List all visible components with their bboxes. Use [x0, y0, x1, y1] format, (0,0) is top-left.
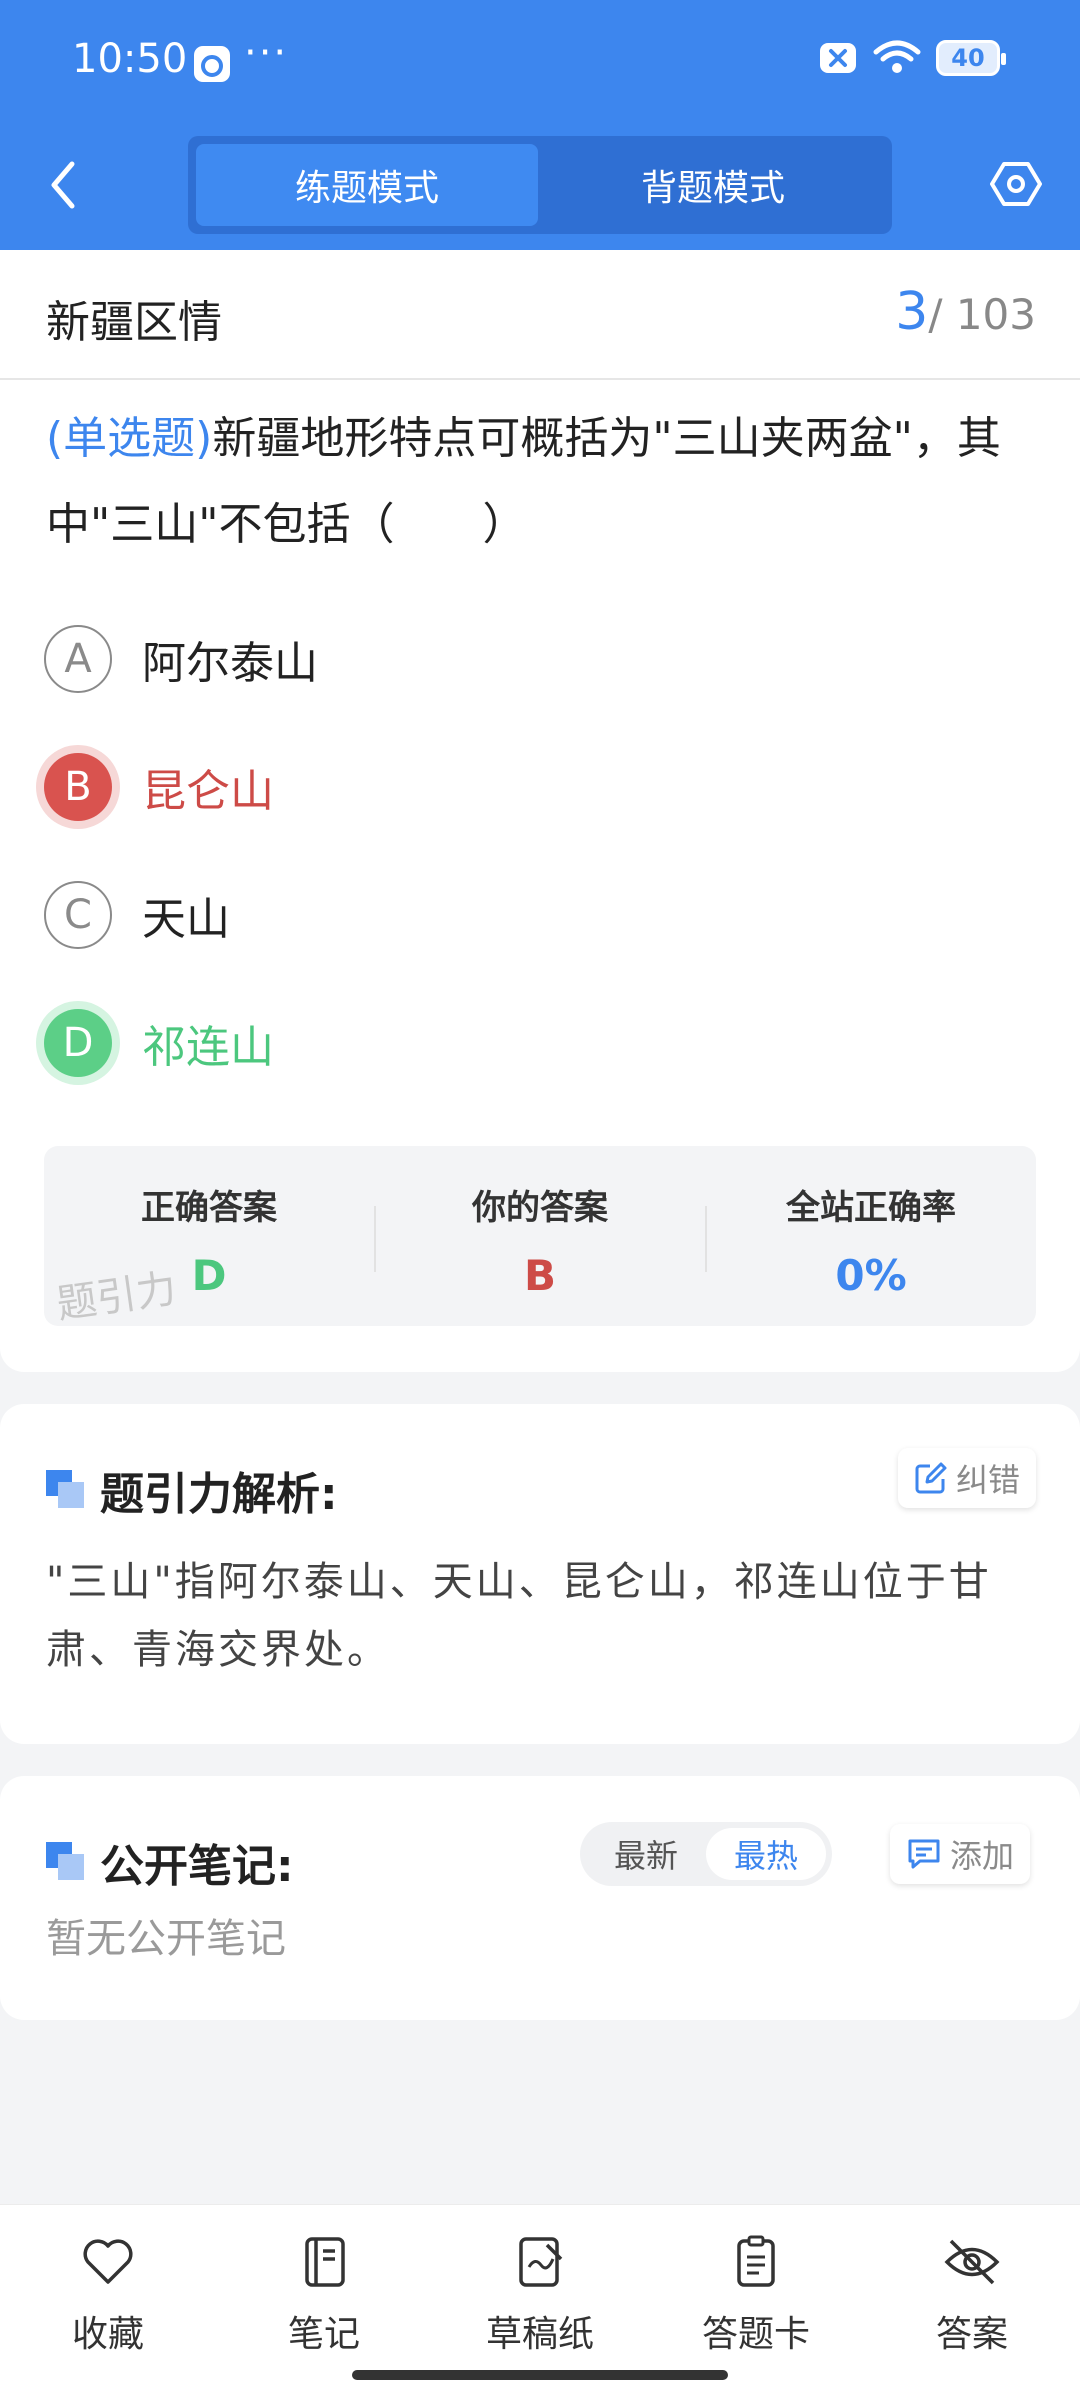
your-answer-col: 你的答案 B [375, 1146, 705, 1326]
sort-latest[interactable]: 最新 [586, 1828, 706, 1880]
wifi-icon [873, 40, 921, 73]
subject-row: 新疆区情 3/ 103 [0, 250, 1080, 380]
section-squares-icon [46, 1470, 86, 1510]
option-a[interactable]: A 阿尔泰山 [44, 622, 318, 696]
edit-icon [915, 1462, 947, 1494]
notes-card: 公开笔记: 最新 最热 添加 暂无公开笔记 [0, 1776, 1080, 2020]
question-type: (单选题) [46, 413, 213, 464]
notes-empty-text: 暂无公开笔记 [46, 1916, 286, 1962]
analysis-header: 题引力解析: [46, 1458, 338, 1522]
option-letter: A [44, 625, 112, 693]
option-c[interactable]: C 天山 [44, 878, 230, 952]
analysis-text: "三山"指阿尔泰山、天山、昆仑山，祁连山位于甘肃、青海交界处。 [46, 1559, 992, 1673]
option-text: 昆仑山 [142, 766, 274, 817]
sort-hot[interactable]: 最热 [706, 1828, 826, 1880]
current-index: 3 [895, 282, 929, 342]
tab-note-label: 笔记 [287, 2314, 360, 2355]
answer-summary: 正确答案 D 你的答案 B 全站正确率 0% 题引力 [44, 1146, 1036, 1328]
accuracy-col: 全站正确率 0% [706, 1146, 1036, 1326]
battery-level: 40 [951, 44, 985, 72]
tab-draft[interactable]: 草稿纸 [440, 2233, 640, 2357]
heart-icon [83, 2239, 133, 2284]
tab-practice-mode[interactable]: 练题模式 [196, 144, 538, 226]
accuracy-label: 全站正确率 [786, 1188, 956, 1228]
section-squares-icon [46, 1842, 86, 1882]
analysis-card: 题引力解析: 纠错 "三山"指阿尔泰山、天山、昆仑山，祁连山位于甘肃、青海交界处… [0, 1404, 1080, 1744]
notes-sort-toggle: 最新 最热 [580, 1822, 832, 1886]
option-letter: B [44, 753, 112, 821]
battery-icon: 40 [936, 40, 1006, 76]
tab-answer-card-label: 答题卡 [701, 2314, 810, 2355]
question-text-block: (单选题)新疆地形特点可概括为"三山夹两盆"，其中"三山"不包括（ ） [46, 396, 1036, 568]
tab-memorize-mode[interactable]: 背题模式 [542, 144, 884, 226]
signal-x-icon [820, 43, 856, 73]
option-text: 天山 [142, 894, 230, 945]
clipboard-icon [737, 2235, 775, 2287]
total-count: / 103 [928, 290, 1036, 339]
tab-favorite[interactable]: 收藏 [8, 2233, 208, 2357]
top-header: 10:50 ··· 40 练题模式 背题模式 [0, 0, 1080, 250]
home-indicator[interactable] [352, 2370, 728, 2380]
tab-note[interactable]: 笔记 [224, 2233, 424, 2357]
mode-toggle: 练题模式 背题模式 [188, 136, 892, 234]
tab-favorite-label: 收藏 [71, 2314, 144, 2355]
accuracy-value: 0% [835, 1251, 907, 1300]
app-notification-icon [194, 46, 230, 82]
tab-draft-label: 草稿纸 [485, 2314, 594, 2355]
correct-answer-label: 正确答案 [141, 1188, 277, 1228]
settings-hex-icon[interactable] [990, 158, 1042, 210]
add-note-label: 添加 [950, 1837, 1015, 1875]
notebook-icon [305, 2237, 345, 2287]
analysis-title: 题引力解析: [100, 1469, 338, 1520]
your-answer-value: B [523, 1251, 556, 1300]
eye-off-icon [944, 2239, 1000, 2285]
question-card: 新疆区情 3/ 103 (单选题)新疆地形特点可概括为"三山夹两盆"，其中"三山… [0, 250, 1080, 1372]
notes-header: 公开笔记: [46, 1830, 294, 1894]
comment-icon [908, 1839, 940, 1869]
subject-title: 新疆区情 [46, 297, 222, 348]
notes-title: 公开笔记: [100, 1841, 294, 1892]
status-bar: 10:50 ··· 40 [0, 0, 1080, 125]
report-error-button[interactable]: 纠错 [898, 1448, 1037, 1508]
draft-paper-icon [519, 2237, 563, 2287]
report-error-label: 纠错 [956, 1461, 1021, 1499]
question-counter: 3/ 103 [895, 282, 1036, 342]
option-text: 祁连山 [142, 1022, 274, 1073]
status-icons: 40 [818, 40, 1006, 76]
back-chevron-icon[interactable] [40, 150, 90, 220]
option-text: 阿尔泰山 [142, 638, 318, 689]
option-letter: D [44, 1009, 112, 1077]
more-notifications-icon: ··· [244, 30, 289, 76]
tab-answer-card[interactable]: 答题卡 [656, 2233, 856, 2357]
option-b[interactable]: B 昆仑山 [44, 750, 274, 824]
add-note-button[interactable]: 添加 [890, 1824, 1031, 1884]
your-answer-label: 你的答案 [472, 1188, 608, 1228]
tab-answer[interactable]: 答案 [872, 2233, 1072, 2357]
status-time: 10:50 [72, 36, 188, 82]
option-letter: C [44, 881, 112, 949]
option-d[interactable]: D 祁连山 [44, 1006, 274, 1080]
tab-answer-label: 答案 [935, 2314, 1008, 2355]
